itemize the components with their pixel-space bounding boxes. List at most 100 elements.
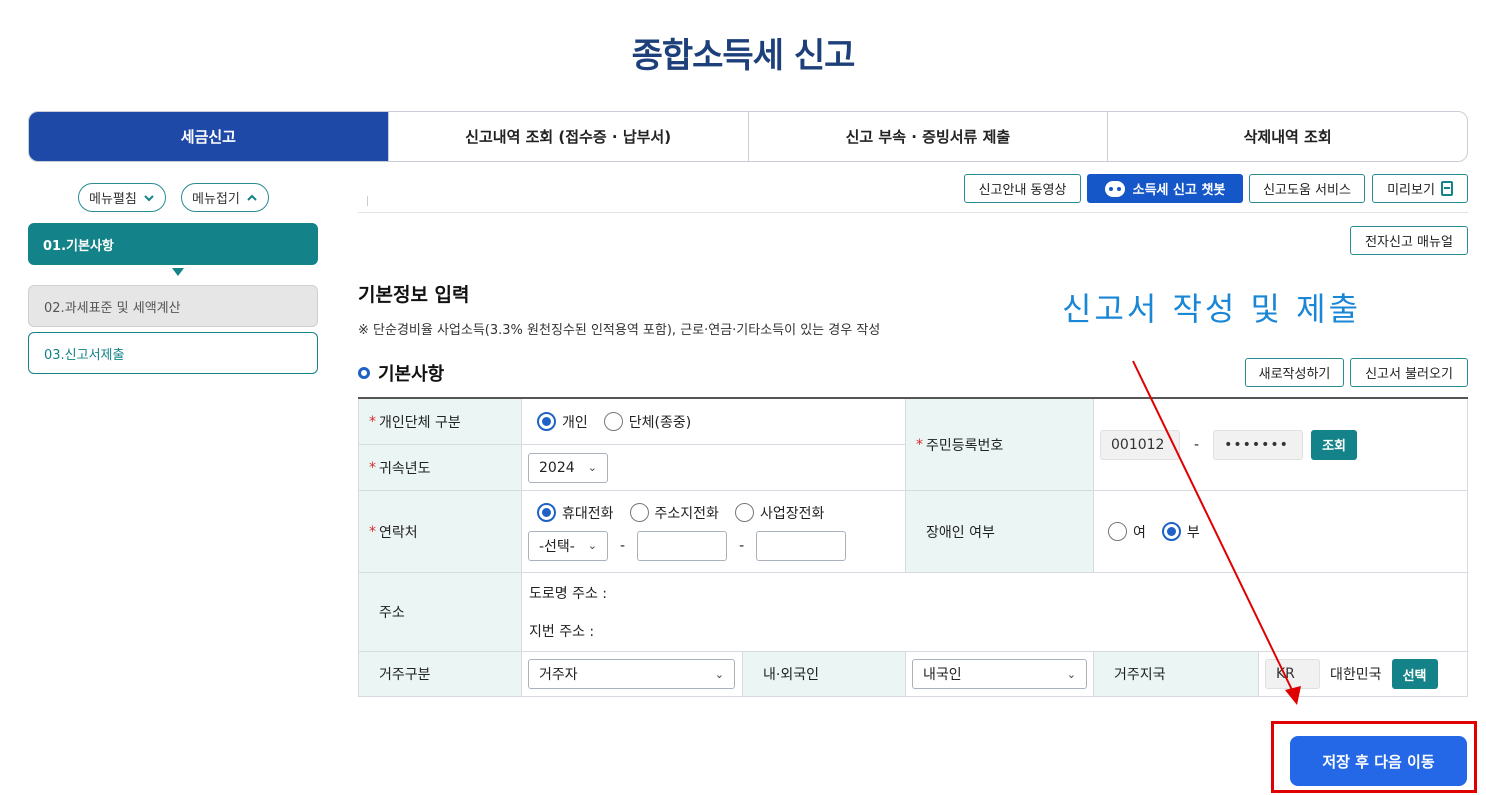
radio-checked-icon: [537, 412, 556, 431]
radio-group[interactable]: 단체(종중): [603, 412, 692, 432]
manual-button[interactable]: 전자신고 매뉴얼: [1350, 226, 1468, 255]
phone-prefix-value: -선택-: [539, 538, 575, 555]
radio-label: 주소지전화: [654, 505, 719, 522]
chevron-down-icon: ⌄: [587, 461, 597, 474]
tax-year-field: 2024 ⌄: [522, 445, 906, 491]
rrn-field: 001012 - ••••••• 조회: [1094, 399, 1468, 491]
radio-label: 개인: [562, 414, 588, 431]
address-field: 도로명 주소 : 지번 주소 :: [522, 573, 1468, 652]
radio-home-phone[interactable]: 주소지전화: [629, 503, 719, 523]
preview-button[interactable]: 미리보기: [1372, 174, 1468, 203]
phone-dash: -: [739, 537, 745, 554]
radio-label: 여: [1133, 524, 1146, 541]
entity-type-field: 개인 단체(종중): [522, 399, 906, 445]
nationality-field: 내국인 ⌄: [906, 652, 1094, 697]
country-name: 대한민국: [1330, 667, 1382, 683]
country-select-button[interactable]: 선택: [1391, 659, 1438, 689]
radio-disability-no[interactable]: 부: [1161, 522, 1200, 542]
sidebar-step-tax-calculation[interactable]: 02.과세표준 및 세액계산: [28, 285, 318, 327]
disability-label: 장애인 여부: [906, 491, 1094, 573]
phone-inputs: -선택- ⌄ - -: [528, 530, 847, 561]
help-service-button[interactable]: 신고도움 서비스: [1249, 174, 1365, 203]
radio-label: 단체(종중): [628, 414, 692, 431]
tab-attachments[interactable]: 신고 부속 · 증빙서류 제출: [747, 112, 1108, 161]
basic-info-form: 개인단체 구분 개인 단체(종중) 주민등록번호 001012 - ••••••…: [358, 397, 1468, 697]
menu-expand-label: 메뉴펼침: [89, 192, 137, 207]
radio-checked-icon: [1161, 522, 1181, 541]
contact-label: 연락처: [358, 491, 522, 573]
rrn-front-input[interactable]: 001012: [1100, 429, 1180, 460]
residence-value: 거주자: [539, 667, 578, 683]
contact-field: 휴대전화 주소지전화 사업장전화 -선택- ⌄ - -: [522, 491, 906, 573]
load-return-button[interactable]: 신고서 불러오기: [1350, 358, 1468, 387]
chatbot-button[interactable]: 소득세 신고 챗봇: [1087, 174, 1243, 203]
guide-video-button[interactable]: 신고안내 동영상: [964, 174, 1081, 203]
residence-select[interactable]: 거주자 ⌄: [528, 659, 735, 689]
step-arrow-down-icon: [172, 268, 184, 276]
divider: [367, 196, 368, 206]
menu-collapse-button[interactable]: 메뉴접기: [181, 183, 269, 212]
address-label: 주소: [358, 573, 522, 652]
residence-field: 거주자 ⌄: [522, 652, 743, 697]
document-icon: [1440, 181, 1453, 196]
country-label: 거주지국: [1094, 652, 1259, 697]
road-address-label: 도로명 주소 :: [529, 586, 608, 602]
circle-bullet-icon: [358, 367, 370, 379]
sidebar-step-submission[interactable]: 03.신고서제출: [28, 332, 318, 374]
disability-field: 여 부: [1094, 491, 1468, 573]
toolbar-divider: [358, 212, 1468, 213]
rrn-dash: -: [1194, 436, 1200, 453]
entity-type-label: 개인단체 구분: [358, 399, 522, 445]
chatbot-label: 소득세 신고 챗봇: [1132, 183, 1226, 198]
annotation-text: 신고서 작성 및 제출: [1062, 290, 1362, 328]
highlight-box: [1271, 721, 1477, 793]
radio-unchecked-icon: [734, 503, 754, 522]
phone-middle-input[interactable]: [637, 530, 728, 561]
contact-radio-group: 휴대전화 주소지전화 사업장전화: [528, 503, 840, 523]
radio-disability-yes[interactable]: 여: [1108, 522, 1146, 542]
lot-address-label: 지번 주소 :: [529, 624, 595, 640]
radio-individual[interactable]: 개인: [537, 412, 588, 432]
tab-deleted-history[interactable]: 삭제내역 조회: [1107, 112, 1467, 161]
radio-unchecked-icon: [629, 503, 649, 522]
chevron-up-icon: [247, 194, 257, 201]
phone-dash: -: [620, 537, 626, 554]
chevron-down-icon: ⌄: [714, 667, 724, 681]
radio-mobile[interactable]: 휴대전화: [537, 503, 614, 523]
preview-label: 미리보기: [1387, 183, 1435, 198]
rrn-label: 주민등록번호: [906, 399, 1094, 491]
chatbot-icon: [1104, 180, 1125, 197]
tax-year-label: 귀속년도: [358, 445, 522, 491]
country-code-input[interactable]: KR: [1265, 659, 1320, 689]
residence-label: 거주구분: [358, 652, 522, 697]
tab-filing-history[interactable]: 신고내역 조회 (접수증 · 납부서): [387, 112, 748, 161]
phone-prefix-select[interactable]: -선택- ⌄: [528, 530, 608, 561]
radio-checked-icon: [537, 503, 556, 522]
tab-tax-filing[interactable]: 세금신고: [29, 112, 388, 161]
radio-business-phone[interactable]: 사업장전화: [734, 503, 825, 523]
nationality-select[interactable]: 내국인 ⌄: [912, 659, 1087, 689]
rrn-back-input[interactable]: •••••••: [1213, 429, 1304, 460]
radio-label: 사업장전화: [759, 505, 825, 522]
section-title: 기본정보 입력: [358, 284, 470, 306]
main-tabs: 세금신고 신고내역 조회 (접수증 · 납부서) 신고 부속 · 증빙서류 제출…: [28, 111, 1468, 162]
tax-year-select[interactable]: 2024 ⌄: [528, 452, 608, 483]
radio-unchecked-icon: [603, 412, 623, 431]
chevron-down-icon: ⌄: [1066, 667, 1076, 681]
nationality-value: 내국인: [923, 667, 962, 683]
country-field: KR 대한민국 선택: [1259, 652, 1468, 697]
radio-unchecked-icon: [1108, 522, 1127, 541]
sidebar-step-basic-info[interactable]: 01.기본사항: [28, 223, 318, 265]
subsection-label: 기본사항: [378, 364, 445, 385]
chevron-down-icon: [144, 194, 154, 201]
radio-label: 부: [1186, 524, 1200, 541]
phone-last-input[interactable]: [756, 530, 847, 561]
menu-expand-button[interactable]: 메뉴펼침: [78, 183, 166, 212]
radio-label: 휴대전화: [562, 505, 614, 522]
new-write-button[interactable]: 새로작성하기: [1245, 358, 1344, 387]
page-title: 종합소득세 신고: [631, 36, 856, 76]
menu-collapse-label: 메뉴접기: [192, 192, 240, 207]
rrn-lookup-button[interactable]: 조회: [1311, 429, 1358, 460]
subsection-title: 기본사항: [358, 360, 444, 386]
nationality-label: 내·외국인: [743, 652, 906, 697]
